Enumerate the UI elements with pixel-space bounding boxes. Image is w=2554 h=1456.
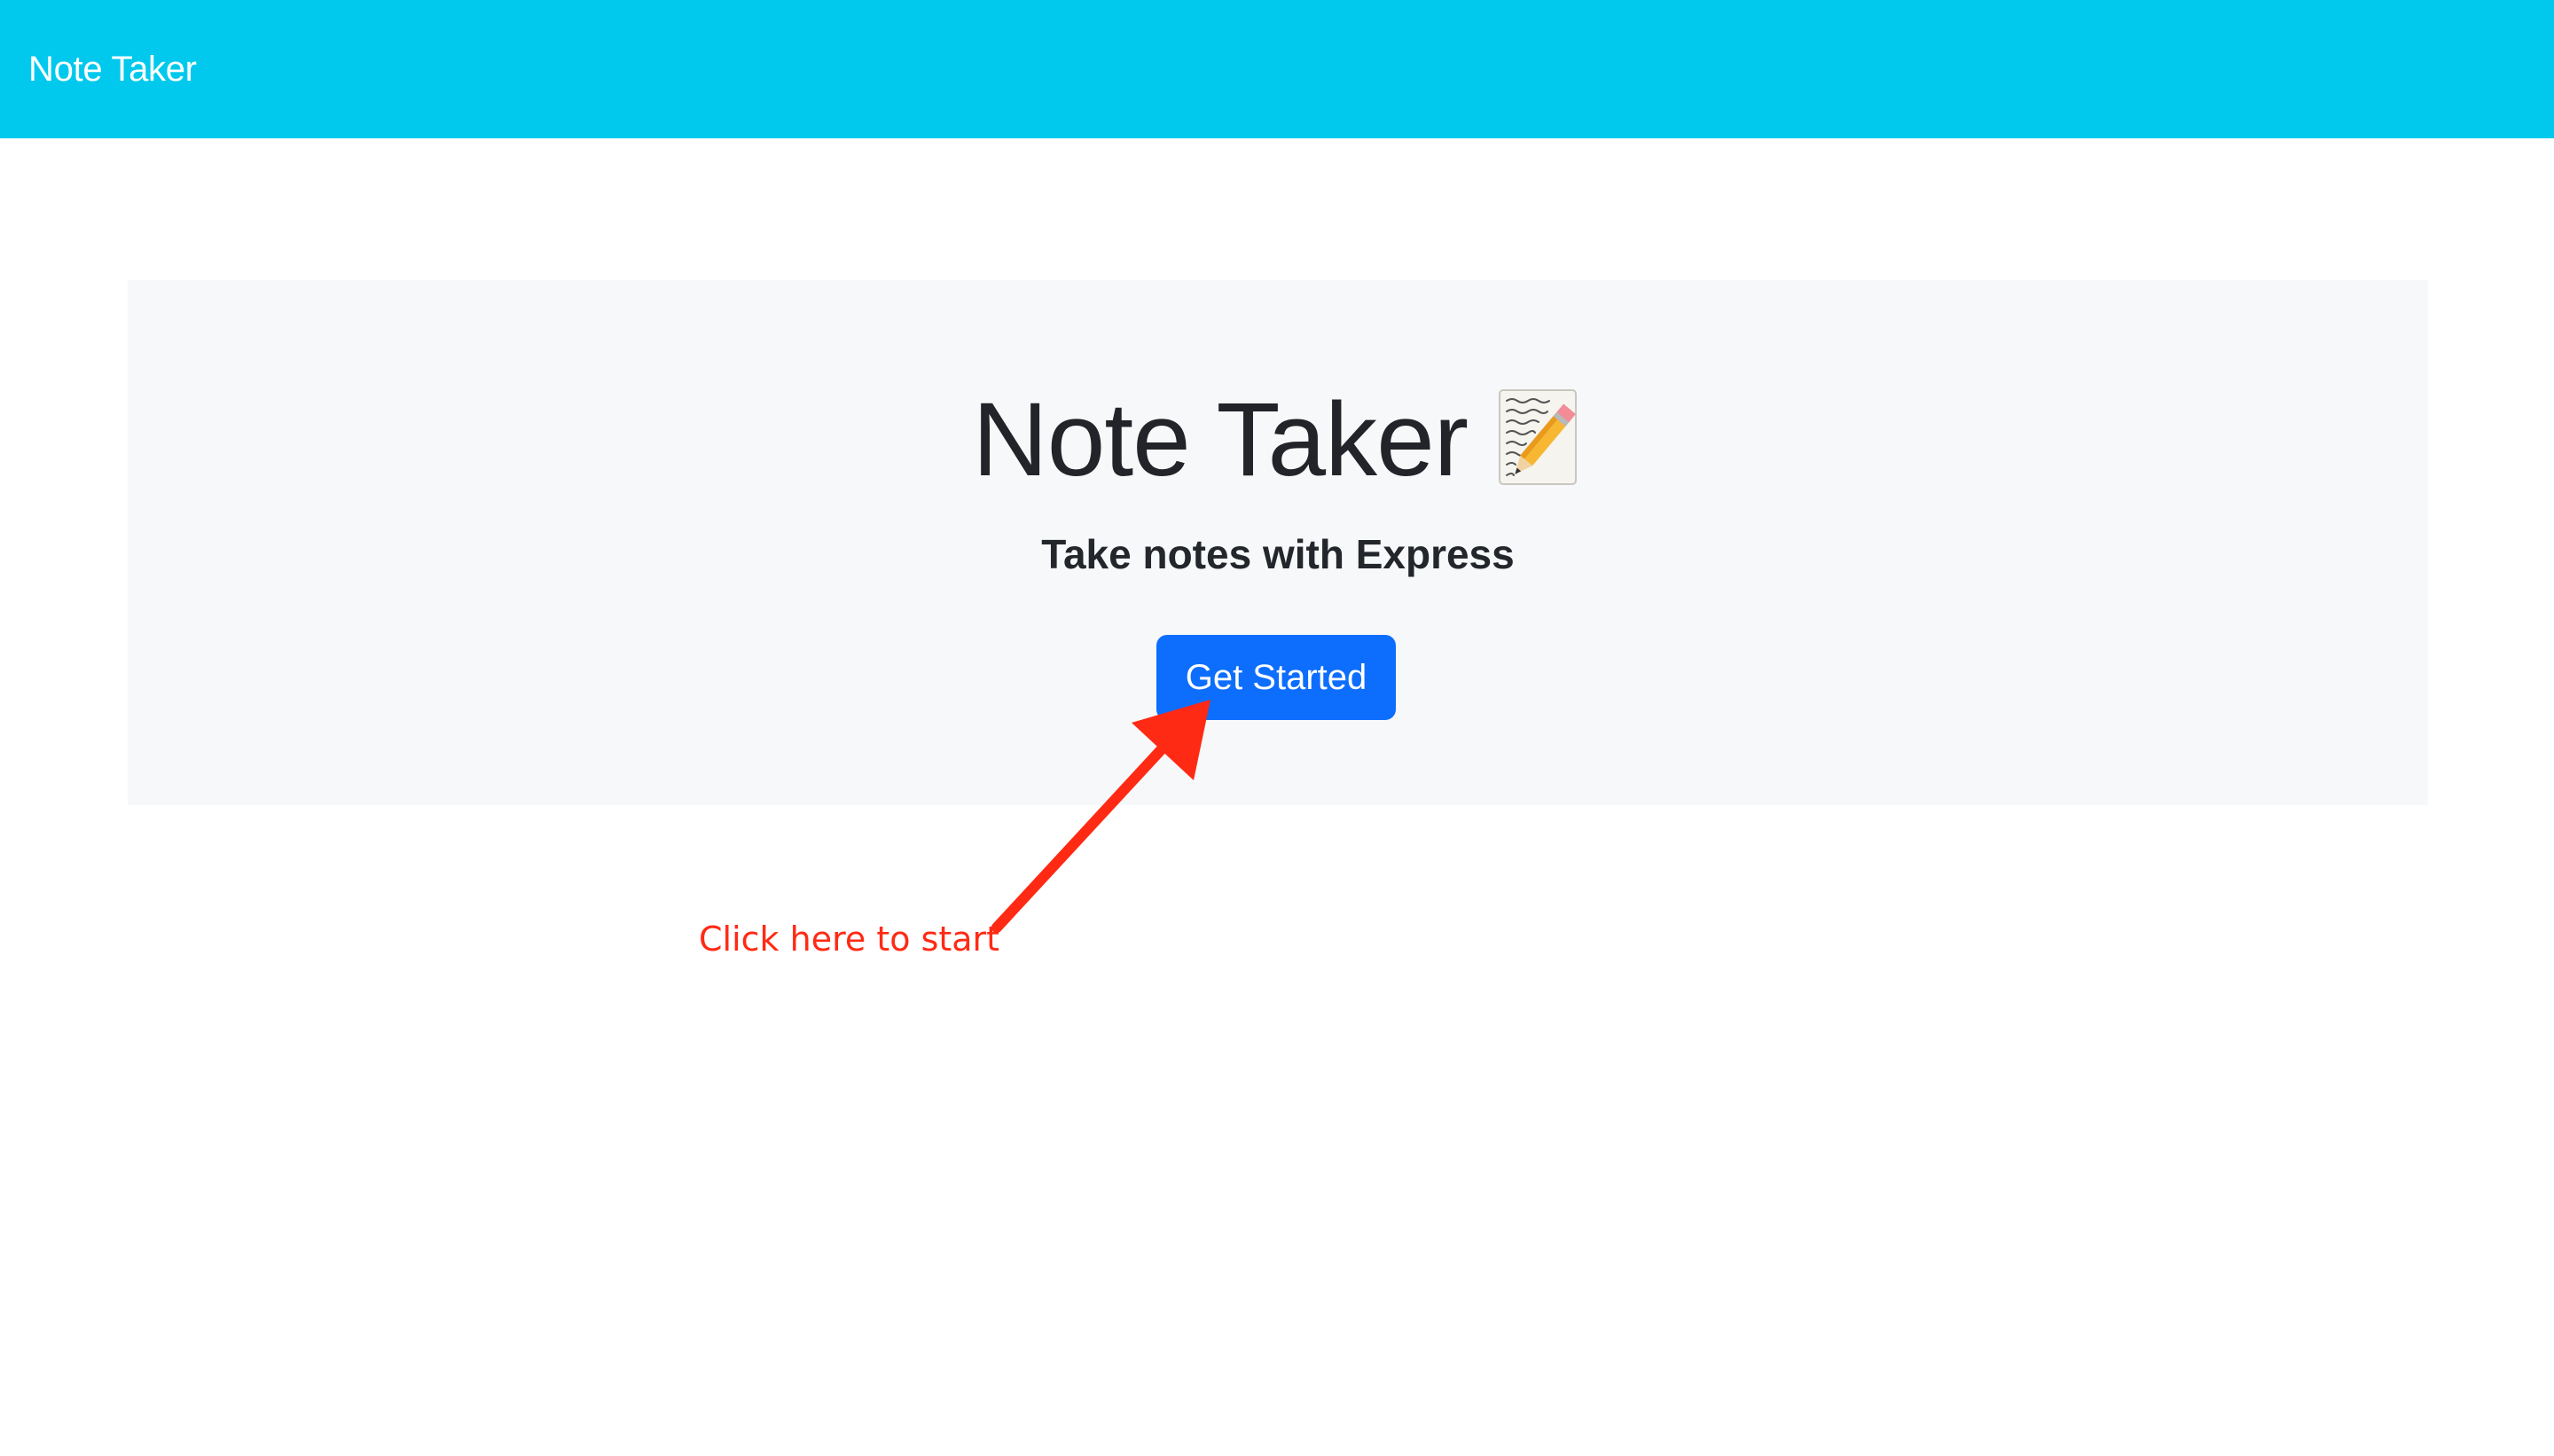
get-started-button[interactable]: Get Started	[1156, 635, 1396, 720]
page-title: Note Taker	[972, 381, 1469, 498]
hero-section: Note Taker Take notes with Express Get S…	[128, 280, 2428, 805]
page-subtitle: Take notes with Express	[1041, 531, 1515, 577]
annotation-label: Click here to start	[699, 920, 1000, 959]
memo-icon	[1498, 388, 1583, 488]
hero-title-row: Note Taker	[128, 369, 2428, 511]
navbar: Note Taker	[0, 0, 2554, 138]
navbar-brand[interactable]: Note Taker	[28, 44, 197, 94]
